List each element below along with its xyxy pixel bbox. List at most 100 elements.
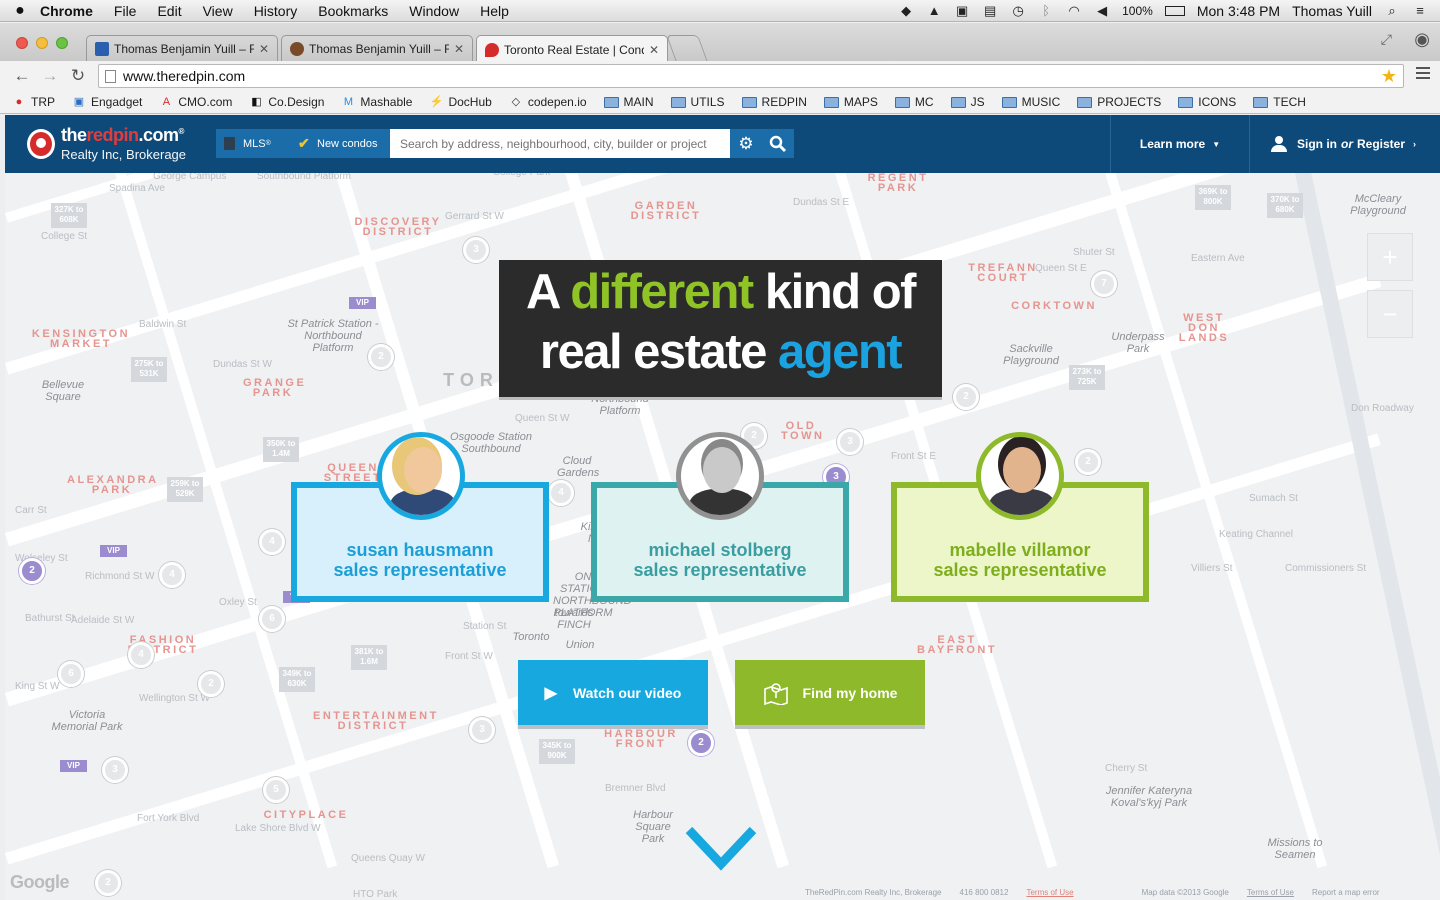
agent-avatar-susan[interactable] bbox=[377, 432, 465, 520]
watch-video-button[interactable]: ▶ Watch our video bbox=[518, 660, 708, 725]
menu-app[interactable]: Chrome bbox=[40, 3, 93, 19]
bookmark-mashable[interactable]: M Mashable bbox=[341, 95, 413, 109]
tab-1[interactable]: Thomas Benjamin Yuill – F ✕ bbox=[86, 35, 278, 62]
bookmark-tech[interactable]: TECH bbox=[1253, 95, 1306, 109]
close-window-button[interactable] bbox=[16, 37, 28, 49]
listing-cluster[interactable]: 3 bbox=[837, 429, 863, 455]
fullscreen-icon[interactable]: ⤢ bbox=[1381, 31, 1392, 48]
bluetooth-icon[interactable]: ᛒ bbox=[1038, 4, 1054, 18]
find-home-button[interactable]: Find my home bbox=[735, 660, 925, 725]
listing-cluster[interactable]: 2 bbox=[95, 870, 121, 896]
listing-cluster[interactable]: 3 bbox=[102, 757, 128, 783]
volume-icon[interactable]: ◀ bbox=[1094, 4, 1110, 18]
listing-cluster[interactable]: 7 bbox=[1091, 271, 1117, 297]
address-bar[interactable]: www.theredpin.com ★ bbox=[98, 64, 1404, 88]
listing-cluster[interactable]: 4 bbox=[159, 562, 185, 588]
redpin-logo[interactable]: theredpin.com® Realty Inc, Brokerage bbox=[27, 125, 186, 162]
server-icon[interactable]: ▤ bbox=[982, 4, 998, 18]
bookmark-utils[interactable]: UTILS bbox=[670, 95, 725, 109]
tab-3-active[interactable]: Toronto Real Estate | Cond ✕ bbox=[476, 35, 668, 63]
bookmark-icons[interactable]: ICONS bbox=[1178, 95, 1236, 109]
scroll-down-chevron-icon[interactable] bbox=[685, 822, 757, 874]
price-marker[interactable]: 369K to 800K bbox=[1195, 185, 1231, 210]
price-marker[interactable]: 327K to 608K bbox=[51, 203, 87, 228]
vip-marker[interactable]: VIP bbox=[349, 297, 376, 309]
bookmark-trp[interactable]: ● TRP bbox=[12, 95, 55, 109]
google-logo[interactable]: Google bbox=[10, 872, 70, 893]
agent-avatar-mabelle[interactable] bbox=[976, 432, 1064, 520]
minimize-window-button[interactable] bbox=[36, 37, 48, 49]
bookmark-maps[interactable]: MAPS bbox=[823, 95, 878, 109]
bookmark-music[interactable]: MUSIC bbox=[1001, 95, 1060, 109]
menu-view[interactable]: View bbox=[203, 3, 233, 19]
close-tab-icon[interactable]: ✕ bbox=[454, 42, 464, 56]
map-terms-link[interactable]: Terms of Use bbox=[1247, 888, 1294, 897]
menubar-user[interactable]: Thomas Yuill bbox=[1292, 3, 1372, 19]
zoom-in-button[interactable]: + bbox=[1367, 233, 1413, 281]
bookmark-redpin[interactable]: REDPIN bbox=[741, 95, 807, 109]
apple-icon[interactable]: ● bbox=[0, 2, 40, 20]
time-machine-icon[interactable]: ◷ bbox=[1010, 4, 1026, 18]
sign-in-register-link[interactable]: Sign in or Register › bbox=[1271, 115, 1416, 173]
footer-terms-link[interactable]: Terms of Use bbox=[1026, 888, 1073, 897]
price-marker[interactable]: 350K to 1.4M bbox=[263, 437, 299, 462]
listing-cluster[interactable]: 2 bbox=[953, 384, 979, 410]
bookmark-codepen-io[interactable]: ◇ codepen.io bbox=[509, 95, 587, 109]
bookmark-engadget[interactable]: ▣ Engadget bbox=[72, 95, 143, 109]
settings-gear-icon[interactable]: ⚙ bbox=[730, 129, 762, 158]
price-marker[interactable]: 370K to 680K bbox=[1267, 193, 1303, 218]
drive-icon[interactable]: ▲ bbox=[926, 4, 942, 18]
listing-cluster[interactable]: 4 bbox=[259, 529, 285, 555]
close-tab-icon[interactable]: ✕ bbox=[649, 43, 659, 57]
report-map-error-link[interactable]: Report a map error bbox=[1312, 888, 1380, 897]
dropbox-icon[interactable]: ◆ bbox=[898, 4, 914, 18]
listing-cluster[interactable]: 3 bbox=[463, 237, 489, 263]
bookmark-mc[interactable]: MC bbox=[894, 95, 934, 109]
chrome-menu-icon[interactable] bbox=[1416, 67, 1430, 82]
menu-history[interactable]: History bbox=[254, 3, 298, 19]
menu-edit[interactable]: Edit bbox=[157, 3, 181, 19]
listing-cluster[interactable]: 6 bbox=[259, 606, 285, 632]
listing-cluster[interactable]: 4 bbox=[548, 480, 574, 506]
menubar-clock[interactable]: Mon 3:48 PM bbox=[1197, 3, 1280, 19]
menu-window[interactable]: Window bbox=[409, 3, 459, 19]
search-icon[interactable] bbox=[762, 129, 794, 158]
price-marker[interactable]: 381K to 1.6M bbox=[351, 645, 387, 670]
battery-icon[interactable] bbox=[1164, 6, 1185, 16]
listing-cluster[interactable]: 2 bbox=[198, 671, 224, 697]
price-marker[interactable]: 275K to 531K bbox=[131, 357, 167, 382]
notification-center-icon[interactable]: ≡ bbox=[1412, 4, 1428, 18]
listing-cluster[interactable]: 6 bbox=[58, 661, 84, 687]
bookmark-star-icon[interactable]: ★ bbox=[1381, 66, 1397, 87]
vip-marker[interactable]: VIP bbox=[60, 760, 87, 772]
bookmark-dochub[interactable]: ⚡ DocHub bbox=[429, 95, 492, 109]
vip-marker[interactable]: VIP bbox=[100, 545, 127, 557]
incognito-profile-icon[interactable]: ◉ bbox=[1414, 29, 1430, 50]
price-marker[interactable]: 349K to 630K bbox=[279, 667, 315, 692]
listing-cluster[interactable]: 3 bbox=[469, 717, 495, 743]
new-condos-toggle[interactable]: ✔ New condos bbox=[290, 129, 390, 158]
agent-avatar-michael[interactable] bbox=[676, 432, 764, 520]
price-marker[interactable]: 273K to 725K bbox=[1069, 365, 1105, 390]
close-tab-icon[interactable]: ✕ bbox=[259, 42, 269, 56]
new-tab-button[interactable] bbox=[666, 35, 708, 62]
forward-icon[interactable]: → bbox=[36, 66, 64, 86]
window-icon[interactable]: ▣ bbox=[954, 4, 970, 18]
menu-file[interactable]: File bbox=[114, 3, 137, 19]
search-input[interactable] bbox=[390, 129, 730, 158]
listing-cluster[interactable]: 2 bbox=[1075, 449, 1101, 475]
bookmark-projects[interactable]: PROJECTS bbox=[1077, 95, 1161, 109]
bookmark-cmo-com[interactable]: A CMO.com bbox=[159, 95, 233, 109]
bookmark-co-design[interactable]: ◧ Co.Design bbox=[249, 95, 324, 109]
tab-2[interactable]: Thomas Benjamin Yuill – F ✕ bbox=[281, 35, 473, 62]
listing-cluster[interactable]: 2 bbox=[368, 344, 394, 370]
mls-toggle[interactable]: MLS ® bbox=[216, 129, 290, 158]
listing-cluster[interactable]: 4 bbox=[128, 642, 154, 668]
price-marker[interactable]: 345K to 900K bbox=[539, 739, 575, 764]
bookmark-js[interactable]: JS bbox=[950, 95, 985, 109]
back-icon[interactable]: ← bbox=[8, 66, 36, 86]
zoom-out-button[interactable]: − bbox=[1367, 290, 1413, 338]
menu-help[interactable]: Help bbox=[480, 3, 509, 19]
learn-more-dropdown[interactable]: Learn more ▼ bbox=[1110, 115, 1250, 173]
price-marker[interactable]: 259K to 529K bbox=[167, 477, 203, 502]
